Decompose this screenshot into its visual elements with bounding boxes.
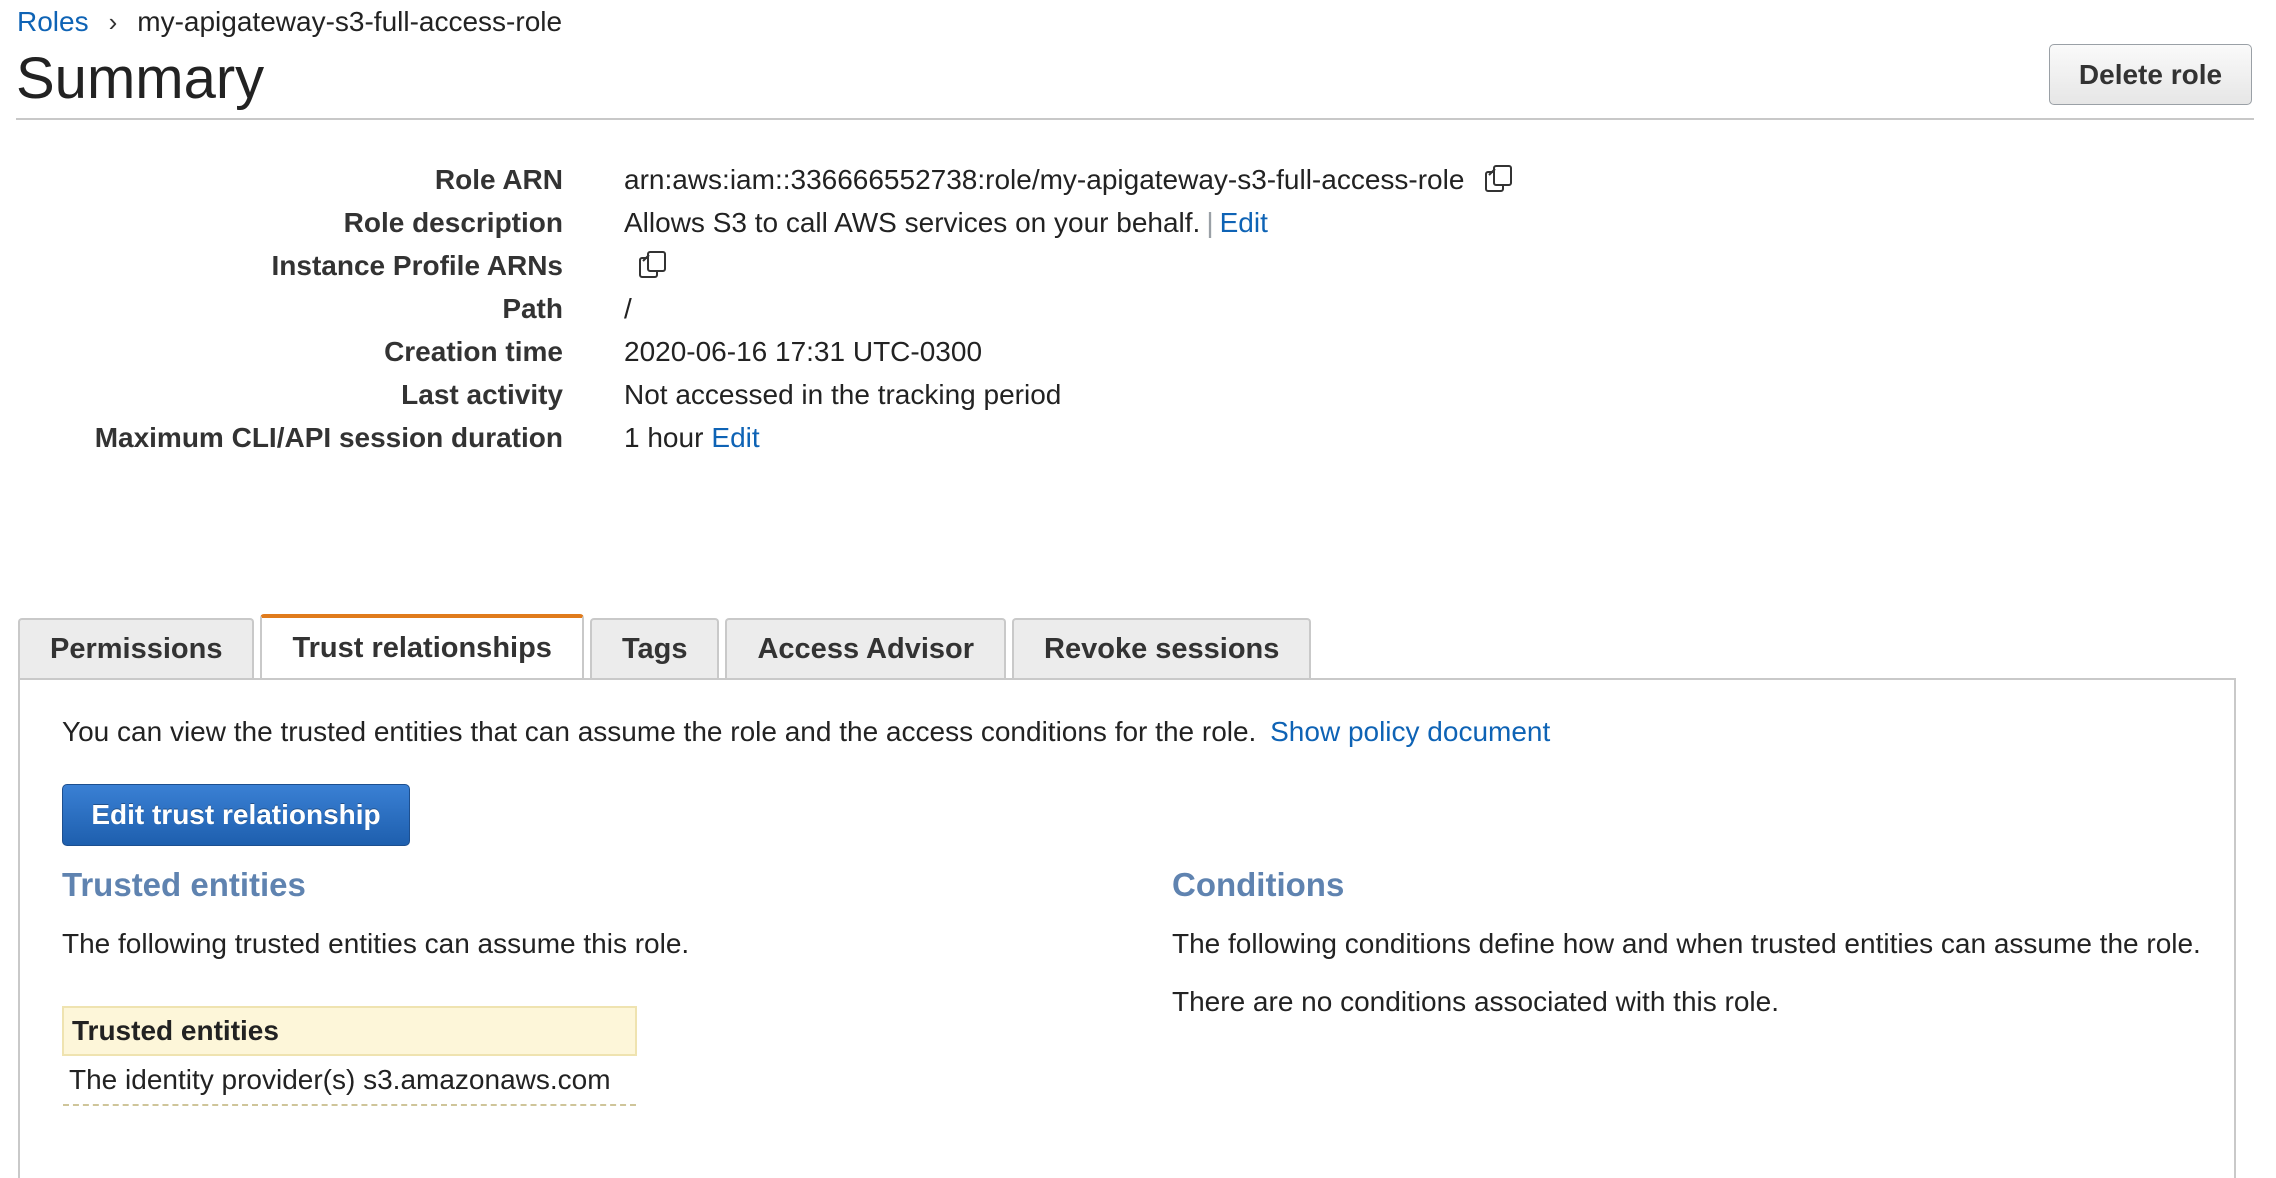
chevron-right-icon: › <box>108 6 118 37</box>
role-arn-value: arn:aws:iam::336666552738:role/my-apigat… <box>624 164 1465 195</box>
show-policy-document-link[interactable]: Show policy document <box>1270 716 1550 747</box>
separator: | <box>1206 207 1214 238</box>
trusted-entities-table: Trusted entities The identity provider(s… <box>62 1006 637 1106</box>
title-divider <box>16 118 2254 120</box>
copy-icon[interactable] <box>1482 163 1516 197</box>
page-title: Summary <box>16 46 265 111</box>
max-session-value: 1 hour <box>624 422 704 453</box>
edit-session-duration-link[interactable]: Edit <box>711 422 759 454</box>
tab-access-advisor[interactable]: Access Advisor <box>725 618 1007 678</box>
edit-description-link[interactable]: Edit <box>1220 207 1268 239</box>
role-description-label: Role description <box>343 207 563 238</box>
role-arn-label: Role ARN <box>434 164 563 195</box>
last-activity-value: Not accessed in the tracking period <box>624 379 1062 410</box>
conditions-description: The following conditions define how and … <box>1172 928 2201 959</box>
table-header: Trusted entities <box>62 1006 637 1056</box>
last-activity-label: Last activity <box>401 379 563 410</box>
tab-trust-relationships[interactable]: Trust relationships <box>260 614 584 678</box>
conditions-none-text: There are no conditions associated with … <box>1172 986 1779 1017</box>
trust-intro: You can view the trusted entities that c… <box>62 716 1550 748</box>
tab-tags[interactable]: Tags <box>589 618 720 678</box>
breadcrumb: Roles › my-apigateway-s3-full-access-rol… <box>17 6 562 38</box>
edit-trust-relationship-button[interactable]: Edit trust relationship <box>62 784 410 846</box>
tab-revoke-sessions[interactable]: Revoke sessions <box>1012 618 1312 678</box>
tab-bar: Permissions Trust relationships Tags Acc… <box>18 614 1317 678</box>
creation-time-value: 2020-06-16 17:31 UTC-0300 <box>624 336 983 367</box>
trust-intro-text: You can view the trusted entities that c… <box>62 716 1257 747</box>
conditions-heading: Conditions <box>1172 866 1345 903</box>
max-session-label: Maximum CLI/API session duration <box>94 422 563 453</box>
tab-permissions[interactable]: Permissions <box>18 618 255 678</box>
trusted-entities-heading: Trusted entities <box>62 866 306 903</box>
delete-role-button[interactable]: Delete role <box>2049 44 2252 105</box>
creation-time-label: Creation time <box>384 336 563 367</box>
role-description-value: Allows S3 to call AWS services on your b… <box>624 207 1201 238</box>
table-row: The identity provider(s) s3.amazonaws.co… <box>63 1055 636 1106</box>
path-label: Path <box>502 293 563 324</box>
instance-profile-label: Instance Profile ARNs <box>271 250 563 281</box>
trusted-entities-description: The following trusted entities can assum… <box>62 928 690 959</box>
copy-icon[interactable] <box>636 249 670 283</box>
breadcrumb-roles-link[interactable]: Roles <box>17 6 89 38</box>
path-value: / <box>624 293 632 324</box>
breadcrumb-current: my-apigateway-s3-full-access-role <box>137 6 563 37</box>
trust-relationships-panel: You can view the trusted entities that c… <box>18 678 2236 1178</box>
table-cell: The identity provider(s) s3.amazonaws.co… <box>63 1055 636 1106</box>
